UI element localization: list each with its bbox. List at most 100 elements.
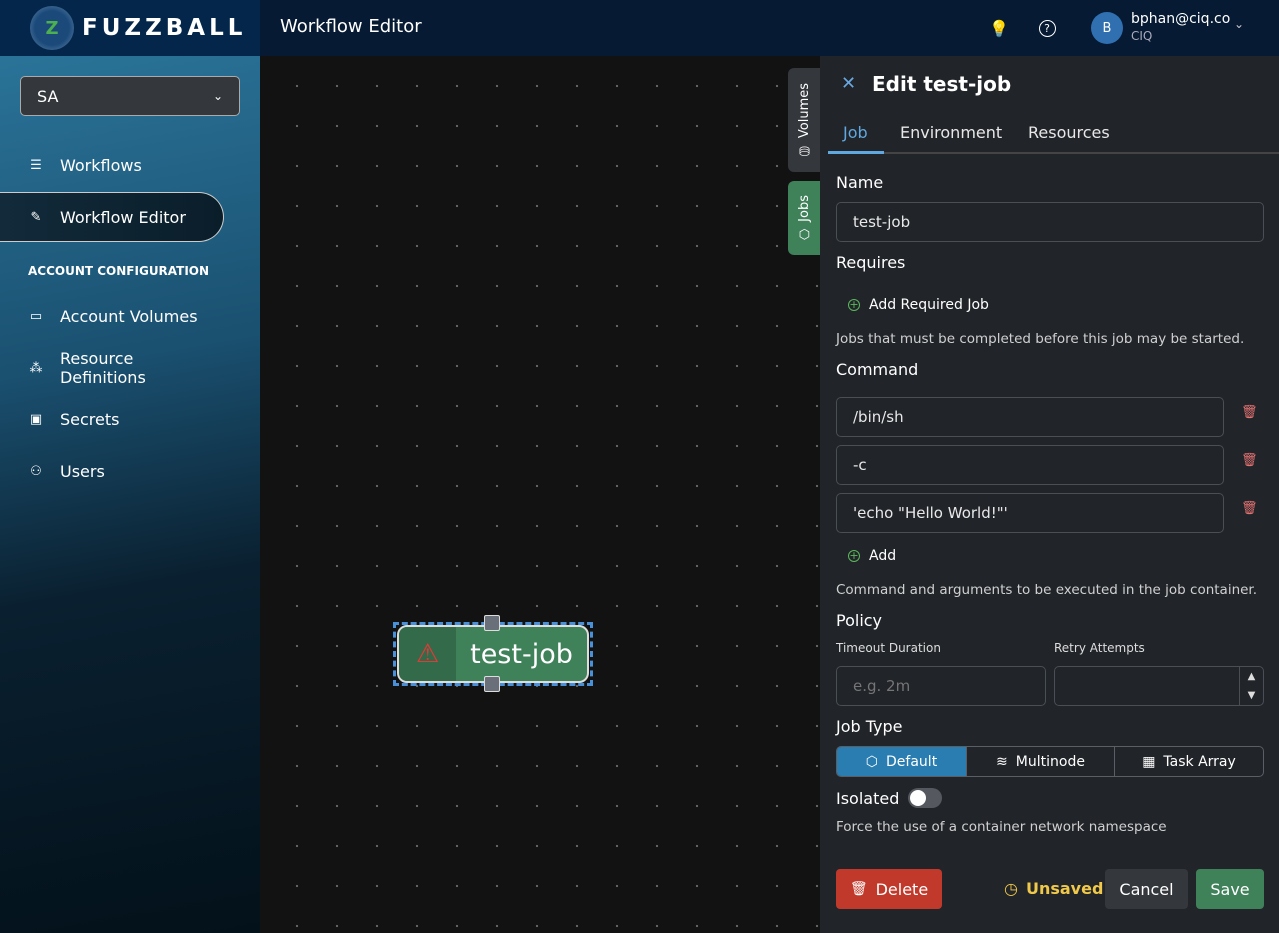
status-label: Unsaved bbox=[1025, 879, 1104, 898]
button-label: Add bbox=[869, 548, 897, 564]
job-type-task-array[interactable]: ▦ Task Array bbox=[1114, 747, 1263, 776]
name-input[interactable]: test-job bbox=[836, 202, 1264, 242]
command-arg-input[interactable]: -c bbox=[836, 445, 1224, 485]
node-output-handle[interactable] bbox=[484, 676, 500, 692]
sidebar-item-users[interactable]: ⚇ Users bbox=[0, 446, 224, 496]
add-required-job-button[interactable]: + Add Required Job bbox=[848, 297, 989, 313]
tab-jobs[interactable]: ⬡ Jobs bbox=[788, 181, 820, 255]
command-arg-input[interactable]: /bin/sh bbox=[836, 397, 1224, 437]
command-label: Command bbox=[836, 360, 919, 379]
drive-icon: ▭ bbox=[29, 308, 43, 324]
user-email[interactable]: bphan@ciq.co bbox=[1131, 11, 1230, 27]
org-select-value: SA bbox=[37, 86, 59, 106]
stepper-down-icon[interactable]: ▼ bbox=[1240, 686, 1263, 705]
logo[interactable]: Z FUZZBALL bbox=[0, 0, 260, 56]
tab-label: Jobs bbox=[796, 195, 812, 222]
lightbulb-icon[interactable]: 💡 bbox=[987, 16, 1011, 40]
trash-icon: 🗑 bbox=[849, 881, 868, 897]
org-select[interactable]: SA ⌄ bbox=[20, 76, 240, 116]
requires-help: Jobs that must be completed before this … bbox=[836, 331, 1245, 347]
sidebar-item-label: Account Volumes bbox=[60, 306, 198, 326]
command-arg-value: -c bbox=[853, 456, 867, 474]
sidebar-item-label: Secrets bbox=[60, 409, 120, 429]
sidebar-item-account-volumes[interactable]: ▭ Account Volumes bbox=[0, 291, 224, 341]
stepper-up-icon[interactable]: ▲ bbox=[1240, 667, 1263, 686]
warning-icon: ⚠ bbox=[399, 627, 456, 681]
sidebar-item-resource-definitions[interactable]: ⁂ Resource Definitions bbox=[0, 343, 224, 393]
option-label: Default bbox=[886, 753, 938, 770]
brand-name: FUZZBALL bbox=[82, 15, 247, 41]
command-arg-value: 'echo "Hello World!"' bbox=[853, 504, 1008, 522]
account-config-heading: ACCOUNT CONFIGURATION bbox=[28, 264, 210, 278]
sidebar-item-secrets[interactable]: ▣ Secrets bbox=[0, 394, 224, 444]
button-label: Delete bbox=[875, 879, 929, 899]
drive-icon: ⛁ bbox=[796, 137, 812, 158]
save-button[interactable]: Save bbox=[1196, 869, 1264, 909]
policy-label: Policy bbox=[836, 611, 883, 630]
clock-icon: ◷ bbox=[1004, 879, 1018, 898]
layers-icon: ≋ bbox=[996, 753, 1008, 770]
job-node[interactable]: ⚠ test-job bbox=[397, 625, 589, 683]
job-type-label: Job Type bbox=[836, 717, 903, 736]
command-arg-value: /bin/sh bbox=[853, 408, 904, 426]
plus-circle-icon: + bbox=[848, 298, 860, 311]
cube-icon: ⬡ bbox=[865, 753, 879, 770]
close-icon[interactable]: ✕ bbox=[841, 73, 856, 94]
sidebar-item-label: Workflows bbox=[60, 155, 142, 175]
sidebar-item-label: Workflow Editor bbox=[60, 207, 186, 227]
command-arg-input[interactable]: 'echo "Hello World!"' bbox=[836, 493, 1224, 533]
requires-label: Requires bbox=[836, 253, 906, 272]
active-tab-indicator bbox=[828, 151, 884, 154]
tab-divider bbox=[828, 152, 1279, 154]
tab-resources[interactable]: Resources bbox=[1028, 123, 1110, 142]
tab-job[interactable]: Job bbox=[843, 123, 868, 142]
retry-attempts-input[interactable] bbox=[1054, 666, 1264, 706]
button-label: Add Required Job bbox=[869, 297, 989, 313]
avatar[interactable]: B bbox=[1091, 12, 1123, 44]
user-menu-chevron-icon[interactable]: ⌄ bbox=[1234, 17, 1244, 31]
job-node-label: test-job bbox=[470, 638, 573, 670]
help-circle-icon[interactable]: ? bbox=[1035, 16, 1059, 40]
add-command-arg-button[interactable]: + Add bbox=[848, 548, 896, 564]
chevron-down-icon: ⌄ bbox=[212, 89, 223, 103]
node-input-handle[interactable] bbox=[484, 615, 500, 631]
workflow-canvas[interactable] bbox=[260, 56, 820, 933]
tab-volumes[interactable]: ⛁ Volumes bbox=[788, 68, 820, 172]
cube-icon: ⬡ bbox=[796, 221, 812, 241]
delete-button[interactable]: 🗑 Delete bbox=[836, 869, 942, 909]
panel-title: Edit test-job bbox=[872, 72, 1012, 96]
timeout-input[interactable] bbox=[836, 666, 1046, 706]
trash-icon[interactable]: 🗑 bbox=[1241, 501, 1258, 516]
isolated-label: Isolated bbox=[836, 789, 900, 808]
sidebar-item-label: Resource Definitions bbox=[59, 349, 146, 387]
job-type-selector: ⬡ Default ≋ Multinode ▦ Task Array bbox=[836, 746, 1264, 777]
timeout-label: Timeout Duration bbox=[836, 641, 941, 655]
option-label: Task Array bbox=[1163, 753, 1236, 770]
sidebar-item-workflows[interactable]: ☰ Workflows bbox=[0, 140, 224, 190]
cancel-button[interactable]: Cancel bbox=[1105, 869, 1188, 909]
name-label: Name bbox=[836, 173, 884, 192]
tab-environment[interactable]: Environment bbox=[900, 123, 1002, 142]
tab-label: Volumes bbox=[796, 82, 812, 138]
page-title: Workflow Editor bbox=[280, 16, 422, 37]
grid-icon: ▦ bbox=[1142, 753, 1156, 770]
edit-icon: ✎ bbox=[30, 209, 42, 225]
sidebar-item-label: Users bbox=[60, 461, 105, 481]
users-icon: ⚇ bbox=[30, 463, 42, 479]
isolated-toggle[interactable] bbox=[908, 788, 942, 808]
job-type-multinode[interactable]: ≋ Multinode bbox=[966, 747, 1114, 776]
name-input-value: test-job bbox=[853, 213, 911, 231]
user-org: CIQ bbox=[1131, 29, 1153, 43]
hierarchy-icon: ⁂ bbox=[29, 360, 43, 376]
list-icon: ☰ bbox=[30, 157, 42, 173]
sidebar-item-workflow-editor[interactable]: ✎ Workflow Editor bbox=[0, 192, 224, 242]
option-label: Multinode bbox=[1015, 753, 1085, 770]
retry-stepper[interactable]: ▲ ▼ bbox=[1239, 667, 1263, 705]
trash-icon[interactable]: 🗑 bbox=[1241, 405, 1258, 420]
command-help: Command and arguments to be executed in … bbox=[836, 582, 1258, 598]
toggle-knob bbox=[910, 790, 926, 806]
trash-icon[interactable]: 🗑 bbox=[1241, 453, 1258, 468]
job-type-default[interactable]: ⬡ Default bbox=[837, 747, 966, 776]
plus-circle-icon: + bbox=[848, 549, 860, 562]
fuzzball-logo-icon: Z bbox=[30, 6, 74, 50]
